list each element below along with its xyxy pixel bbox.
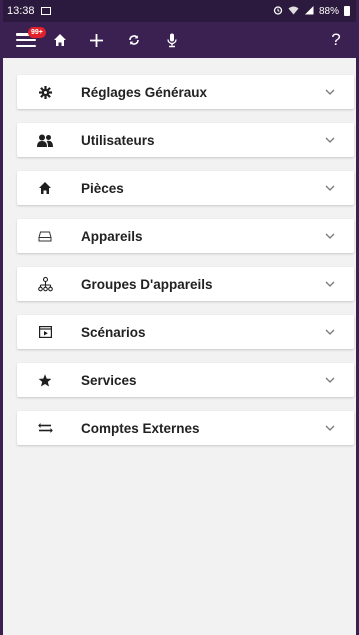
sync-button[interactable] — [115, 22, 153, 58]
menu-item-external-accounts[interactable]: Comptes Externes — [17, 411, 354, 445]
signal-icon — [304, 5, 314, 18]
notification-badge: 99+ — [28, 27, 46, 38]
status-left: 13:38 — [7, 5, 51, 17]
users-icon — [37, 132, 53, 148]
microphone-icon — [167, 33, 177, 47]
menu-item-label: Utilisateurs — [81, 132, 155, 148]
home-icon — [37, 180, 53, 196]
microphone-button[interactable] — [153, 22, 191, 58]
chevron-down-icon — [324, 326, 336, 338]
gear-icon — [37, 84, 53, 100]
battery-icon — [344, 6, 350, 16]
menu-item-label: Comptes Externes — [81, 420, 200, 436]
chevron-down-icon — [324, 374, 336, 386]
menu-button[interactable]: 99+ — [9, 22, 46, 58]
menu-item-services[interactable]: Services — [17, 363, 354, 397]
scenario-icon — [37, 324, 53, 340]
menu-item-label: Scénarios — [81, 324, 146, 340]
image-icon — [40, 7, 51, 15]
menu-item-users[interactable]: Utilisateurs — [17, 123, 354, 157]
help-icon: ? — [331, 30, 341, 49]
status-bar: 13:38 88% — [3, 0, 356, 22]
menu-item-label: Pièces — [81, 180, 124, 196]
battery-percent: 88% — [318, 5, 339, 17]
plus-icon — [89, 33, 103, 47]
menu-item-label: Services — [81, 372, 137, 388]
menu-item-label: Groupes D'appareils — [81, 276, 213, 292]
chevron-down-icon — [324, 278, 336, 290]
home-button[interactable] — [43, 22, 77, 58]
chevron-down-icon — [324, 134, 336, 146]
chevron-down-icon — [324, 230, 336, 242]
menu-item-general-settings[interactable]: Réglages Généraux — [17, 75, 354, 109]
sync-icon — [129, 35, 139, 45]
device-icon — [37, 228, 53, 244]
status-time: 13:38 — [7, 5, 35, 17]
menu-item-label: Appareils — [81, 228, 143, 244]
chevron-down-icon — [324, 86, 336, 98]
app-toolbar: 99+ ? — [3, 22, 356, 58]
menu-item-scenarios[interactable]: Scénarios — [17, 315, 354, 349]
external-accounts-icon — [37, 420, 53, 436]
settings-list: Réglages Généraux Utilisateurs Pièces Ap… — [3, 58, 356, 635]
status-right: 88% — [273, 5, 350, 18]
menu-item-rooms[interactable]: Pièces — [17, 171, 354, 205]
chevron-down-icon — [324, 422, 336, 434]
menu-item-device-groups[interactable]: Groupes D'appareils — [17, 267, 354, 301]
chevron-down-icon — [324, 182, 336, 194]
wifi-icon — [288, 5, 299, 18]
alarm-icon — [273, 5, 283, 18]
device-group-icon — [37, 276, 53, 292]
menu-item-devices[interactable]: Appareils — [17, 219, 354, 253]
home-icon — [54, 34, 66, 46]
help-button[interactable]: ? — [322, 22, 350, 58]
star-icon — [37, 372, 53, 388]
menu-item-label: Réglages Généraux — [81, 84, 208, 100]
app-screen: 13:38 88% 99+ ? Réglages Généraux Utilis… — [0, 0, 359, 635]
add-button[interactable] — [77, 22, 115, 58]
